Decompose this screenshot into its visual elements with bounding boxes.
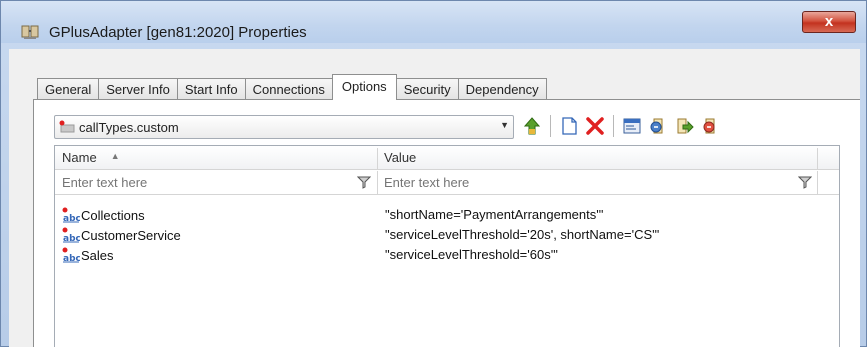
sort-ascending-icon: ▲ (110, 151, 120, 161)
section-selected-value: callTypes.custom (79, 120, 179, 135)
row-name-cell[interactable]: abc Collections (62, 207, 145, 224)
app-icon (21, 23, 41, 41)
filter-row (55, 171, 839, 195)
grid-rows: abc Collections "shortName='PaymentArran… (55, 206, 839, 266)
column-divider (817, 171, 818, 195)
value-filter-input[interactable] (377, 172, 777, 193)
dialog-client-area: General Server Info Start Info Connectio… (9, 49, 860, 347)
toolbar-separator (550, 115, 551, 137)
tab-dependency[interactable]: Dependency (457, 78, 547, 100)
options-panel: callTypes.custom ▼ Name ▲ Value Enter te… (33, 99, 860, 347)
table-row[interactable]: abc Sales "serviceLevelThreshold='60s'" (55, 246, 839, 266)
tab-server-info[interactable]: Server Info (98, 78, 178, 100)
row-name: CustomerService (81, 227, 181, 243)
name-filter-input[interactable] (55, 172, 355, 193)
tab-start-info[interactable]: Start Info (176, 78, 246, 100)
properties-window: GPlusAdapter [gen81:2020] Properties x G… (0, 0, 867, 347)
grid-header: Name ▲ Value (55, 146, 839, 170)
view-icon[interactable] (620, 114, 644, 138)
row-name-cell[interactable]: abc Sales (62, 247, 114, 264)
column-header-name-label: Name (62, 150, 97, 165)
tab-options[interactable]: Options (331, 74, 397, 100)
row-name: Collections (81, 207, 145, 223)
string-option-icon: abc (62, 207, 81, 224)
delete-icon[interactable] (583, 114, 607, 138)
copy-icon[interactable] (698, 114, 722, 138)
tab-connections[interactable]: Connections (244, 78, 333, 100)
section-icon (59, 120, 75, 134)
row-name: Sales (81, 247, 114, 263)
row-value[interactable]: "shortName='PaymentArrangements'" (385, 207, 603, 222)
string-option-icon: abc (62, 247, 81, 264)
column-divider[interactable] (817, 148, 818, 170)
row-value[interactable]: "serviceLevelThreshold='60s'" (385, 247, 558, 262)
toolbar-separator (613, 115, 614, 137)
move-up-icon[interactable] (520, 114, 544, 138)
tab-general[interactable]: General (37, 78, 100, 100)
table-row[interactable]: abc Collections "shortName='PaymentArran… (55, 206, 839, 226)
title-bar[interactable]: GPlusAdapter [gen81:2020] Properties x (1, 1, 866, 43)
close-button[interactable]: x (802, 11, 856, 33)
column-header-value[interactable]: Value (377, 146, 817, 170)
export-icon[interactable] (672, 114, 696, 138)
window-title: GPlusAdapter [gen81:2020] Properties (49, 24, 307, 41)
tab-security[interactable]: Security (395, 78, 459, 100)
chevron-down-icon[interactable]: ▼ (500, 120, 509, 130)
string-option-icon: abc (62, 227, 81, 244)
filter-icon[interactable] (356, 175, 372, 189)
row-value[interactable]: "serviceLevelThreshold='20s', shortName=… (385, 227, 659, 242)
column-header-name[interactable]: Name ▲ (55, 146, 385, 170)
row-name-cell[interactable]: abc CustomerService (62, 227, 181, 244)
section-dropdown[interactable]: callTypes.custom ▼ (54, 115, 514, 139)
import-icon[interactable] (646, 114, 670, 138)
new-item-icon[interactable] (557, 114, 581, 138)
options-grid: Name ▲ Value Enter text here Enter text … (54, 145, 840, 347)
column-header-value-label: Value (384, 150, 417, 165)
table-row[interactable]: abc CustomerService "serviceLevelThresho… (55, 226, 839, 246)
filter-icon[interactable] (797, 175, 813, 189)
tab-strip: General Server Info Start Info Connectio… (37, 74, 547, 100)
options-toolbar (520, 112, 724, 140)
